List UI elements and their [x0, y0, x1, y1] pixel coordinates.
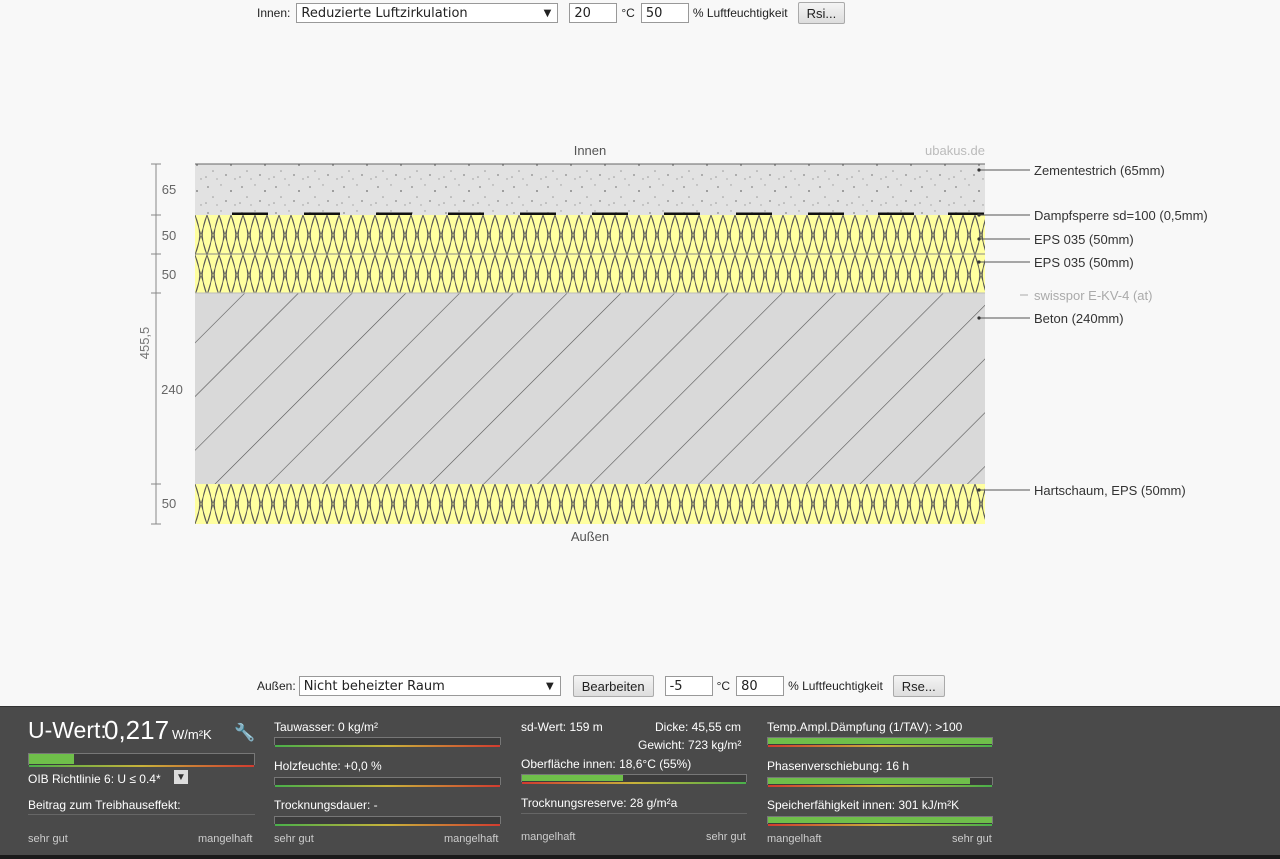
layer-label[interactable]: Zementestrich (65mm) [1034, 163, 1165, 178]
inner-climate-value: Reduzierte Luftzirkulation [301, 5, 468, 21]
inner-temp-unit: °C [621, 6, 635, 20]
diagram-bottom-label: Außen [571, 529, 609, 544]
chevron-down-icon[interactable]: ▼ [174, 770, 188, 784]
dimension-scale [151, 163, 161, 525]
thickness-label: 50 [162, 496, 176, 511]
layer-zementestrich [195, 164, 985, 215]
outer-temp-unit: °C [716, 679, 731, 693]
uwert-label: U-Wert: [28, 717, 107, 743]
scale-good: sehr gut [28, 833, 68, 845]
layer-beton [195, 293, 985, 484]
oberflaeche-bar-fill [522, 775, 623, 781]
scale-bad: mangelhaft [767, 833, 822, 845]
temp-ampl-bar-fill [768, 738, 992, 744]
tauwasser-bar [274, 737, 501, 747]
uwert-bar-fill [29, 754, 74, 764]
inner-conditions-row: Innen: Reduzierte Luftzirkulation ▼ 20 °… [257, 2, 846, 24]
holzfeuchte-bar [274, 777, 501, 787]
wrench-icon[interactable]: 🔧 [234, 723, 255, 743]
scale-good: sehr gut [706, 831, 746, 843]
scale-bad: mangelhaft [444, 833, 499, 845]
trocknungsdauer-label: Trocknungsdauer: - [274, 798, 378, 812]
edit-button[interactable]: Bearbeiten [572, 675, 654, 697]
oberflaeche-bar [521, 774, 747, 784]
layer-eps-1 [195, 215, 985, 254]
outer-conditions-row: Außen: Nicht beheizter Raum ▼ Bearbeiten… [257, 675, 945, 697]
uwert-value: 0,217 [104, 715, 170, 745]
scale-bad: mangelhaft [198, 833, 253, 845]
chevron-down-icon: ▼ [546, 680, 554, 692]
layer-label[interactable]: Dampfsperre sd=100 (0,5mm) [1034, 208, 1208, 223]
phasen-label: Phasenverschiebung: 16 h [767, 759, 910, 773]
scale-bad: mangelhaft [521, 831, 576, 843]
layer-label[interactable]: Hartschaum, EPS (50mm) [1034, 483, 1186, 498]
inner-climate-select[interactable]: Reduzierte Luftzirkulation ▼ [296, 3, 559, 23]
gewicht-label: Gewicht: 723 kg/m² [638, 738, 742, 752]
rse-button[interactable]: Rse... [892, 675, 945, 697]
inner-humidity-unit: % Luftfeuchtigkeit [692, 6, 788, 20]
results-panel: U-Wert: 0,217 W/m²K 🔧 OIB Richtlinie 6: … [0, 706, 1280, 859]
oib-label: OIB Richtlinie 6: U ≤ 0.4* [28, 772, 161, 786]
watermark: ubakus.de [925, 143, 985, 158]
trocknungsreserve-bar [521, 813, 747, 819]
total-thickness-label: 455,5 [137, 327, 152, 360]
inner-label: Innen: [257, 6, 291, 20]
thickness-label: 50 [162, 267, 176, 282]
scale-good: sehr gut [952, 833, 992, 845]
layer-label[interactable]: EPS 035 (50mm) [1034, 232, 1134, 247]
treibhaus-bar [28, 814, 255, 820]
scale-good: sehr gut [274, 833, 314, 845]
chevron-down-icon: ▼ [543, 7, 552, 19]
uwert-unit: W/m²K [172, 727, 212, 742]
layer-label[interactable]: EPS 035 (50mm) [1034, 255, 1134, 270]
speicher-bar [767, 816, 993, 826]
layer-label[interactable]: Beton (240mm) [1034, 311, 1124, 326]
speicher-bar-fill [768, 817, 992, 823]
outer-temp-input[interactable]: -5 [664, 676, 713, 696]
thickness-label: 50 [162, 228, 176, 243]
outer-humidity-unit: % Luftfeuchtigkeit [788, 679, 883, 693]
holzfeuchte-label: Holzfeuchte: +0,0 % [274, 759, 382, 773]
layer-eps-2 [195, 254, 985, 293]
temp-ampl-bar [767, 737, 993, 747]
inner-temp-input[interactable]: 20 [569, 3, 618, 23]
inner-humidity-input[interactable]: 50 [640, 3, 689, 23]
diagram-top-label: Innen [574, 143, 607, 158]
outer-label: Außen: [257, 679, 296, 693]
thickness-label: 240 [161, 382, 183, 397]
outer-climate-select[interactable]: Nicht beheizter Raum ▼ [298, 676, 561, 696]
uwert-bar [28, 753, 255, 767]
outer-climate-value: Nicht beheizter Raum [303, 678, 445, 694]
treibhaus-label: Beitrag zum Treibhauseffekt: [28, 798, 181, 812]
oberflaeche-label: Oberfläche innen: 18,6°C (55%) [521, 757, 692, 771]
sd-wert-label: sd-Wert: 159 m [521, 720, 603, 734]
outer-humidity-input[interactable]: 80 [736, 676, 785, 696]
dicke-label: Dicke: 45,55 cm [655, 720, 742, 734]
speicher-label: Speicherfähigkeit innen: 301 kJ/m²K [767, 798, 960, 812]
phasen-bar [767, 777, 993, 787]
layer-hartschaum [195, 484, 985, 524]
trocknungsreserve-label: Trocknungsreserve: 28 g/m²a [521, 796, 678, 810]
trocknungsdauer-bar [274, 816, 501, 826]
rsi-button[interactable]: Rsi... [797, 2, 846, 24]
temp-ampl-label: Temp.Ampl.Dämpfung (1/TAV): >100 [767, 720, 963, 734]
layer-label[interactable]: swisspor E-KV-4 (at) [1034, 288, 1152, 303]
layer-diagram: Innen ubakus.de Außen 65 50 50 240 50 45… [137, 143, 1208, 544]
phasen-bar-fill [768, 778, 970, 784]
tauwasser-label: Tauwasser: 0 kg/m² [274, 720, 379, 734]
thickness-label: 65 [162, 182, 176, 197]
